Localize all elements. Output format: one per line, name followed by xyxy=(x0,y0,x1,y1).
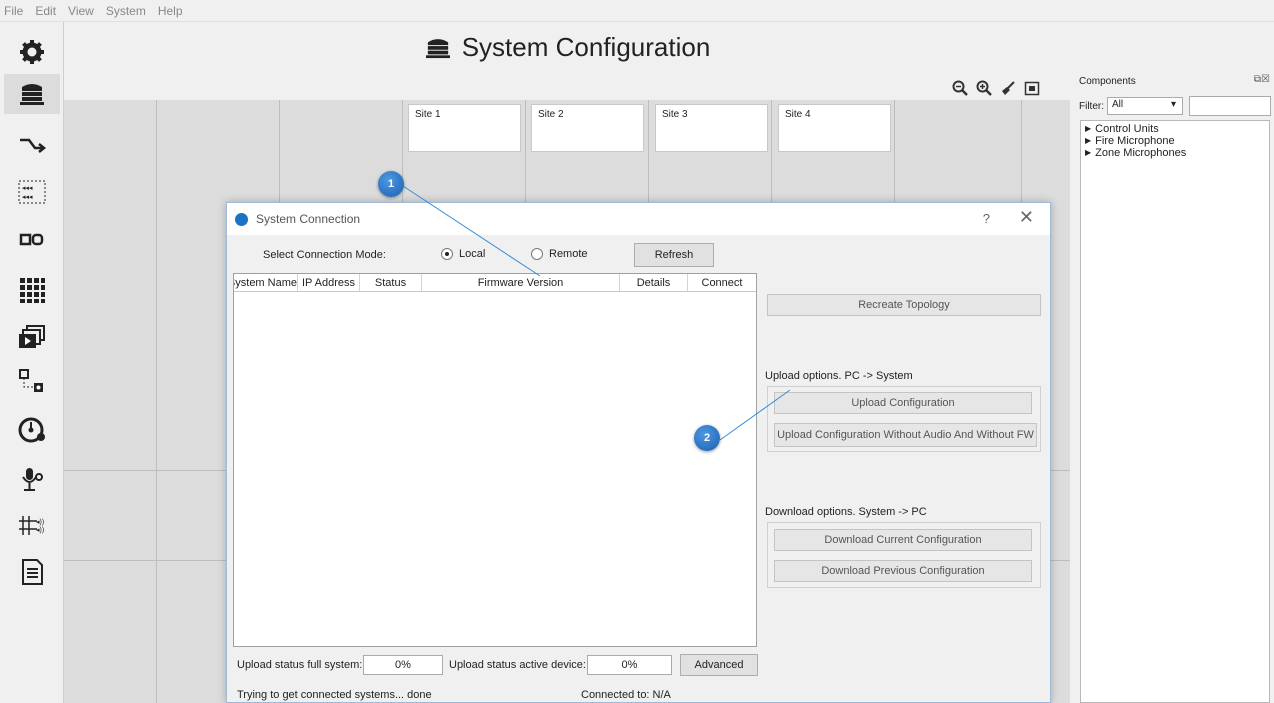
connection-status-text: Trying to get connected systems... done xyxy=(237,689,432,701)
menu-help[interactable]: Help xyxy=(158,4,183,18)
upload-full-progress: 0% xyxy=(363,655,443,675)
download-previous-button[interactable]: Download Previous Configuration xyxy=(774,560,1032,582)
site-3-box[interactable]: Site 3 xyxy=(655,104,768,152)
device-link-icon[interactable] xyxy=(4,362,60,402)
page-title: System Configuration xyxy=(64,22,1070,72)
connected-to-text: Connected to: N/A xyxy=(581,689,671,701)
zoom-in-icon[interactable] xyxy=(976,80,992,101)
filter-row: Filter: All xyxy=(1079,96,1271,116)
system-config-title-icon xyxy=(425,39,450,59)
microphone-settings-icon[interactable] xyxy=(4,460,60,500)
tree-item-zone-microphones[interactable]: ▶ Zone Microphones xyxy=(1085,147,1265,159)
message-player-icon[interactable] xyxy=(4,318,60,358)
menu-system[interactable]: System xyxy=(106,4,146,18)
expand-arrow-icon[interactable]: ▶ xyxy=(1085,123,1091,135)
advanced-button[interactable]: Advanced xyxy=(680,654,758,676)
radio-unchecked-icon xyxy=(531,248,543,260)
download-options-label: Download options. System -> PC xyxy=(765,506,927,518)
svg-text:◂)): ◂)) xyxy=(36,527,44,534)
download-current-button[interactable]: Download Current Configuration xyxy=(774,529,1032,551)
components-tree: ▶ Control Units ▶ Fire Microphone ▶ Zone Mi… xyxy=(1080,120,1270,703)
filter-input[interactable] xyxy=(1189,96,1271,116)
close-icon[interactable]: ✕ xyxy=(1019,207,1034,228)
col-firmware-version[interactable]: Firmware Version xyxy=(422,274,620,291)
tree-item-control-units[interactable]: ▶ Control Units xyxy=(1085,123,1265,135)
upload-active-progress: 0% xyxy=(587,655,672,675)
col-connect[interactable]: Connect xyxy=(688,274,756,291)
grid-line xyxy=(156,100,157,703)
menu-edit[interactable]: Edit xyxy=(35,4,56,18)
left-toolbar: ◂◂◂ ◂◂◂ ◂)) ◂)) xyxy=(0,22,64,703)
col-ip-address[interactable]: IP Address xyxy=(298,274,360,291)
svg-text:◂◂◂: ◂◂◂ xyxy=(22,194,33,201)
system-connection-dialog: System Connection ? ✕ Select Connection … xyxy=(226,202,1051,703)
svg-text:◂◂◂: ◂◂◂ xyxy=(22,185,33,192)
svg-text:◂)): ◂)) xyxy=(36,519,44,526)
zoom-out-icon[interactable] xyxy=(952,80,968,101)
tree-item-fire-microphone[interactable]: ▶ Fire Microphone xyxy=(1085,135,1265,147)
site-1-box[interactable]: Site 1 xyxy=(408,104,521,152)
tree-item-label: Control Units xyxy=(1095,123,1159,135)
clear-broom-icon[interactable] xyxy=(1000,80,1016,101)
matrix-grid-icon[interactable] xyxy=(4,270,60,310)
col-details[interactable]: Details xyxy=(620,274,688,291)
upload-full-label: Upload status full system: xyxy=(237,659,363,671)
audio-matrix-icon[interactable]: ◂)) ◂)) xyxy=(4,506,60,546)
site-4-box[interactable]: Site 4 xyxy=(778,104,891,152)
mode-local-label: Local xyxy=(459,248,486,260)
help-button[interactable]: ? xyxy=(983,211,990,226)
app-logo-icon xyxy=(235,212,248,226)
settings-gear-icon[interactable] xyxy=(4,32,60,72)
col-status[interactable]: Status xyxy=(360,274,422,291)
upload-configuration-button[interactable]: Upload Configuration xyxy=(774,392,1032,414)
filter-select[interactable]: All xyxy=(1107,97,1183,115)
connection-mode-label: Select Connection Mode: xyxy=(263,249,386,261)
tree-item-label: Fire Microphone xyxy=(1095,135,1175,147)
dialog-title: System Connection xyxy=(256,212,361,226)
callout-2: 2 xyxy=(694,425,720,451)
gauge-meter-icon[interactable] xyxy=(4,410,60,450)
upload-active-label: Upload status active device: xyxy=(449,659,586,671)
document-report-icon[interactable] xyxy=(4,552,60,592)
zoom-toolbar xyxy=(952,80,1040,101)
io-device-icon[interactable] xyxy=(4,220,60,260)
mode-remote-label: Remote xyxy=(549,248,588,260)
filter-select-value: All xyxy=(1112,99,1124,110)
fit-view-icon[interactable] xyxy=(1024,80,1040,101)
systems-table: System Name IP Address Status Firmware V… xyxy=(233,273,757,647)
recreate-topology-button[interactable]: Recreate Topology xyxy=(767,294,1041,316)
tree-item-label: Zone Microphones xyxy=(1095,147,1187,159)
dialog-title-bar: System Connection xyxy=(227,203,1050,235)
refresh-button[interactable]: Refresh xyxy=(634,243,714,267)
upload-config-no-audio-button[interactable]: Upload Configuration Without Audio And W… xyxy=(774,423,1037,447)
menu-file[interactable]: File xyxy=(4,4,23,18)
components-panel: Components ⧉☒ Filter: All ▶ Control Units… xyxy=(1075,70,1274,703)
menu-view[interactable]: View xyxy=(68,4,94,18)
page-title-text: System Configuration xyxy=(461,31,711,62)
radio-checked-icon xyxy=(441,248,453,260)
mode-local-radio[interactable]: Local xyxy=(441,248,485,260)
site-2-box[interactable]: Site 2 xyxy=(531,104,644,152)
callout-1: 1 xyxy=(378,171,404,197)
mode-remote-radio[interactable]: Remote xyxy=(531,248,588,260)
zone-group-icon[interactable]: ◂◂◂ ◂◂◂ xyxy=(4,172,60,212)
table-header: System Name IP Address Status Firmware V… xyxy=(234,274,756,292)
filter-label: Filter: xyxy=(1079,100,1104,112)
panel-float-close-icon[interactable]: ⧉☒ xyxy=(1254,74,1270,85)
routing-arrow-icon[interactable] xyxy=(4,124,60,164)
components-header: Components xyxy=(1079,76,1136,87)
expand-arrow-icon[interactable]: ▶ xyxy=(1085,147,1091,159)
upload-options-label: Upload options. PC -> System xyxy=(765,370,913,382)
menu-bar: File Edit View System Help xyxy=(0,0,1274,22)
system-config-icon[interactable] xyxy=(4,74,60,114)
expand-arrow-icon[interactable]: ▶ xyxy=(1085,135,1091,147)
col-system-name[interactable]: System Name xyxy=(234,274,298,291)
